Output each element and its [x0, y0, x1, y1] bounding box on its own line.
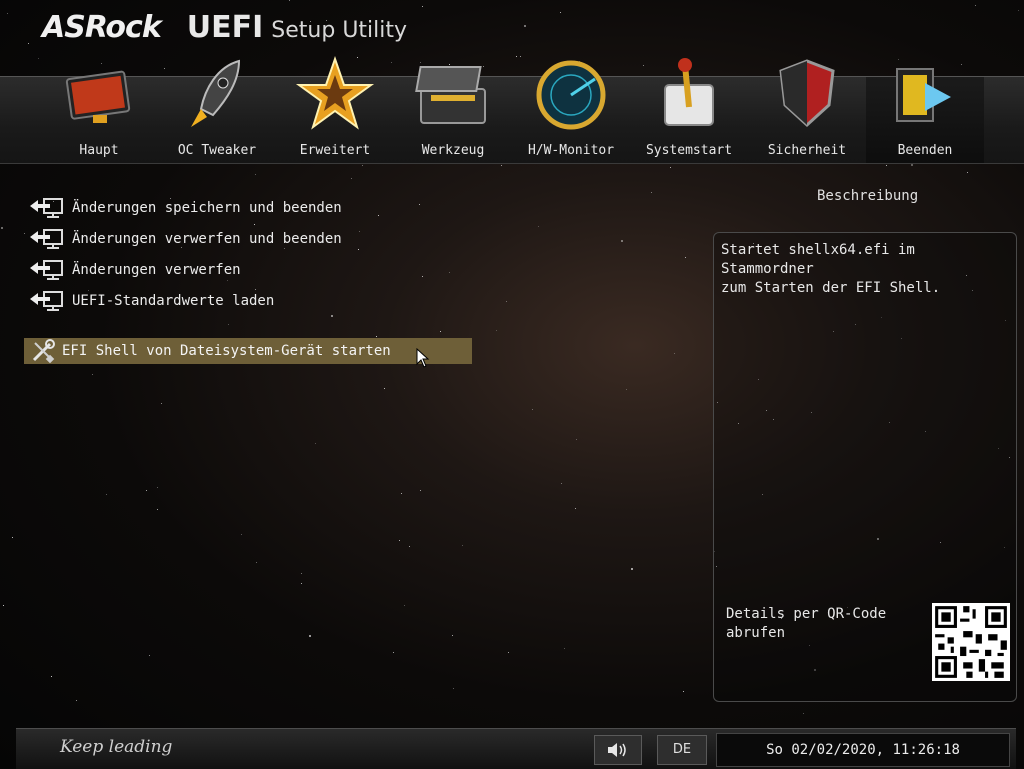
setup-utility-title: Setup Utility: [271, 18, 408, 43]
exit-arrow-icon: [30, 291, 63, 311]
speaker-icon: [608, 743, 626, 757]
qr-code-caption: Details per QR-Code abrufen: [726, 606, 887, 641]
menu-item-launch-efi-shell[interactable]: EFI Shell von Dateisystem-Gerät starten: [24, 338, 472, 364]
tab-label: Systemstart: [645, 143, 733, 158]
shield-icon: [779, 59, 835, 128]
tab-label: Haupt: [79, 143, 119, 158]
menu-item-load-uefi-defaults[interactable]: UEFI-Standardwerte laden: [28, 288, 274, 314]
exit-arrow-icon: [30, 198, 63, 218]
tab-hw-monitor[interactable]: H/W-Monitor: [512, 60, 630, 163]
tab-werkzeug[interactable]: Werkzeug: [394, 66, 512, 163]
tab-oc-tweaker[interactable]: OC Tweaker: [158, 59, 276, 163]
tab-label: Werkzeug: [421, 143, 485, 158]
power-switch-icon: [664, 58, 714, 126]
sound-button[interactable]: [594, 735, 642, 765]
description-text: Startet shellx64.efi im Stammordner zum …: [721, 242, 941, 296]
uefi-title: UEFI: [186, 10, 264, 45]
tab-beenden[interactable]: Beenden: [866, 68, 984, 163]
menu-item-discard-and-exit[interactable]: Änderungen verwerfen und beenden: [28, 226, 342, 252]
datetime-display: So 02/02/2020, 11:26:18: [716, 733, 1010, 767]
tab-label: Beenden: [897, 143, 953, 158]
language-button[interactable]: DE: [657, 735, 707, 765]
tab-systemstart[interactable]: Systemstart: [630, 58, 748, 163]
rocket-icon: [191, 59, 241, 127]
menu-item-label: Änderungen verwerfen und beenden: [72, 231, 342, 247]
tab-label: H/W-Monitor: [527, 143, 615, 158]
tab-label: Erweitert: [299, 143, 371, 158]
mouse-pointer-icon: [416, 348, 430, 368]
exit-arrow-icon: [30, 229, 63, 249]
tab-label: Sicherheit: [767, 143, 847, 158]
asrock-logo: ASRock: [42, 10, 162, 45]
tools-icon: [32, 339, 55, 363]
tab-sicherheit[interactable]: Sicherheit: [748, 59, 866, 163]
description-panel: Startet shellx64.efi im Stammordner zum …: [713, 232, 1017, 702]
keep-leading-tagline: Keep leading: [60, 737, 173, 757]
menu-item-save-and-exit[interactable]: Änderungen speichern und beenden: [28, 195, 342, 221]
exit-icon: [896, 68, 951, 122]
menu-item-discard-changes[interactable]: Änderungen verwerfen: [28, 257, 241, 283]
exit-arrow-icon: [30, 260, 63, 280]
toolbox-icon: [415, 66, 486, 124]
radar-icon: [536, 60, 606, 130]
description-title: Beschreibung: [817, 188, 919, 204]
footer-bar: Keep leading DE So 02/02/2020, 11:26:18: [16, 728, 1016, 769]
menu-item-label: UEFI-Standardwerte laden: [72, 293, 275, 309]
tab-label: OC Tweaker: [177, 143, 257, 158]
menu-item-label: Änderungen verwerfen: [72, 262, 241, 278]
qr-code-image: [932, 603, 1010, 681]
brand-header: ASRock UEFI Setup Utility: [42, 10, 407, 46]
menu-item-label: Änderungen speichern und beenden: [72, 200, 342, 216]
tab-haupt[interactable]: Haupt: [40, 70, 158, 163]
menu-item-label: EFI Shell von Dateisystem-Gerät starten: [62, 343, 391, 359]
tab-erweitert[interactable]: Erweitert: [276, 55, 394, 163]
star-icon: [295, 55, 375, 130]
main-tab-bar: Haupt OC Tweaker Erweitert Werkzeug H/W-…: [0, 55, 1024, 164]
monitor-icon: [65, 70, 131, 123]
